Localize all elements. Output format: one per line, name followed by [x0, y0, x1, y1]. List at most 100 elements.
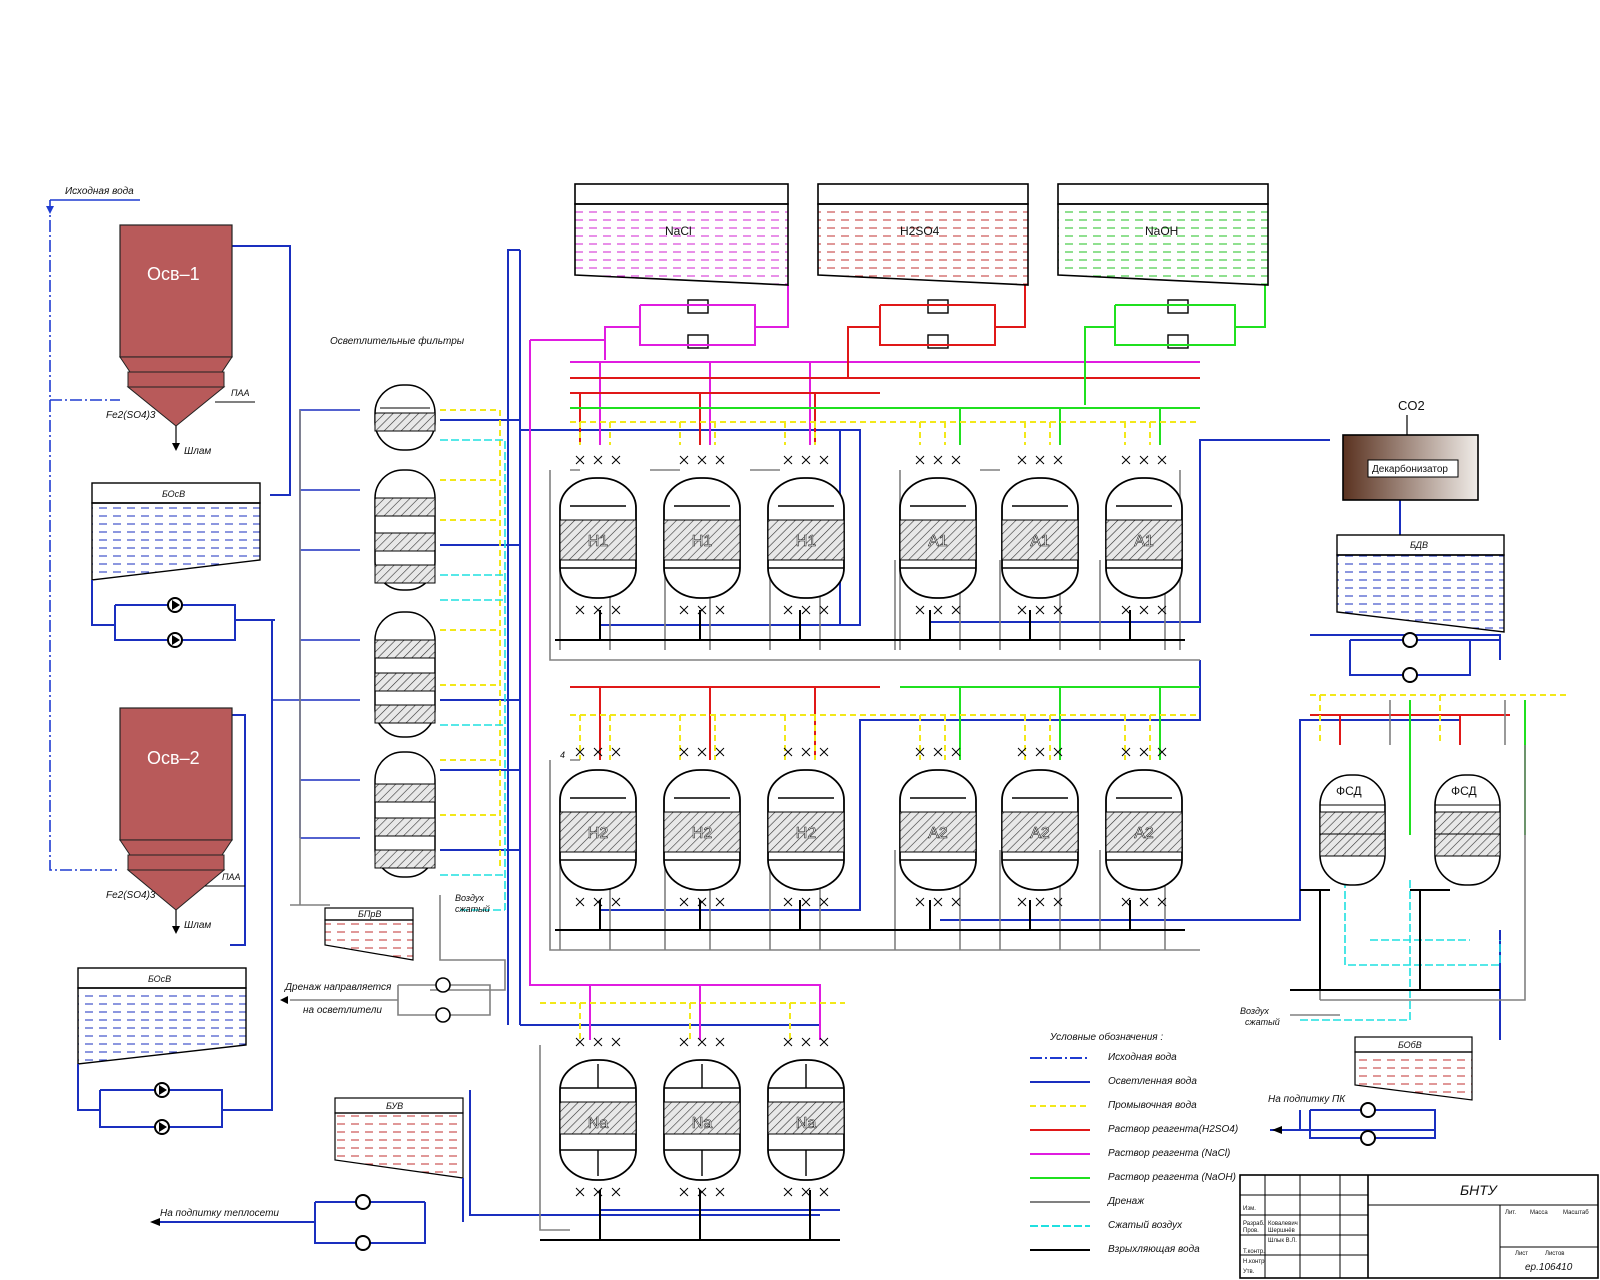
vessel-row1-6-label: A1 [1134, 533, 1154, 550]
drain-label-2: на осветлители [303, 1005, 382, 1016]
decarbonizer-label: Декарбонизатор [1372, 463, 1448, 475]
legend-label: Раствор реагента (NaOH) [1108, 1172, 1236, 1183]
legend-label: Исходная вода [1108, 1052, 1177, 1063]
drain-label-1: Дренаж направляется [284, 982, 392, 993]
tank-h2so4: H2SO4 [817, 183, 1029, 286]
legend-item: Раствор реагента (NaCl) [1030, 1148, 1230, 1159]
tb-row-0: Изм. [1243, 1206, 1256, 1212]
pump-group-1 [91, 580, 275, 648]
water-treatment-scheme: Исходная вода Осв–1 ПАА Fe2(SO4)3 Шлам О… [46, 183, 1599, 1279]
bosv-1-label: БОсВ [162, 489, 185, 499]
vessel-row2-5: A2 [1001, 747, 1079, 907]
fsd-2-label: ФСД [1451, 784, 1477, 798]
bprv-tank: БПрВ [324, 907, 414, 961]
sludge-label-1: Шлам [184, 446, 211, 457]
tb-name-2: Шлык В.Л. [1268, 1238, 1297, 1244]
tank-h2so4-label: H2SO4 [900, 224, 940, 238]
vessel-row1-1-label: H1 [588, 533, 609, 550]
vessel-row2-5-label: A2 [1030, 825, 1050, 842]
bprv-label: БПрВ [358, 909, 381, 919]
clarifying-filter-3 [374, 611, 436, 738]
vessel-row1-5: A1 [1001, 455, 1079, 615]
bobv-pumps [1309, 1102, 1436, 1146]
vessel-row1-2-label: H1 [692, 533, 713, 550]
legend-label: Промывочная вода [1108, 1100, 1197, 1111]
bosv-tank-1: БОсВ [91, 482, 261, 581]
bobv-tank: БОбВ [1354, 1036, 1473, 1101]
air-label-1a: Воздух [455, 893, 484, 903]
legend-item: Дренаж [1030, 1196, 1145, 1207]
vessel-row2-4-label: A2 [928, 825, 948, 842]
vessel-row2-1-label: H2 [588, 825, 609, 842]
vessel-row3-3: Na [767, 1037, 845, 1197]
air-label-2a: Воздух [1240, 1006, 1269, 1016]
bosv-tank-2: БОсВ [77, 967, 247, 1065]
fe-label-1: Fe2(SO4)3 [106, 410, 156, 421]
tb-name-0: Ковалевич [1268, 1221, 1298, 1227]
tb-row-2: Пров. [1243, 1228, 1259, 1234]
pump-group-2 [77, 1064, 272, 1135]
tb-small-3: Лист [1515, 1251, 1528, 1257]
legend-items: Исходная вода Осветленная вода Промывочная… [1030, 1052, 1238, 1255]
reagent-ejectors [687, 299, 1189, 349]
tb-row-5: Утв. [1243, 1269, 1255, 1275]
legend-item: Раствор реагента (NaOH) [1030, 1172, 1236, 1183]
co2-label: CO2 [1398, 398, 1425, 413]
vessel-row2-4: A2 [899, 747, 977, 907]
vessel-row2-3: H2 [767, 747, 845, 907]
tb-row-4: Н.контр. [1243, 1259, 1266, 1265]
vessel-row-3: Na Na Na [559, 1037, 845, 1197]
legend-item: Взрыхляющая вода [1030, 1244, 1200, 1255]
vessel-row3-3-label: Na [796, 1115, 817, 1132]
clarifying-filter-4 [374, 751, 436, 878]
fsd-1-label: ФСД [1336, 784, 1362, 798]
legend-title: Условные обозначения : [1049, 1031, 1163, 1043]
vessel-row1-2: H1 [663, 455, 741, 615]
vessel-row1-5-label: A1 [1030, 533, 1050, 550]
bdv-label: БДВ [1410, 540, 1428, 550]
legend-label: Сжатый воздух [1108, 1220, 1183, 1231]
legend-item: Исходная вода [1030, 1052, 1177, 1063]
legend: Условные обозначения : Исходная вода Осве… [1030, 1031, 1238, 1255]
clarifier-1-label: Осв–1 [147, 264, 200, 284]
bdv-tank: БДВ [1336, 534, 1505, 633]
vessel-row3-2-label: Na [692, 1115, 713, 1132]
fsd-filter-1: ФСД [1319, 774, 1386, 886]
title-org: БНТУ [1460, 1182, 1499, 1198]
valve-number-label: 4 [560, 750, 565, 760]
clarifier-1: Осв–1 [119, 224, 233, 427]
pk-supply-label: На подпитку ПК [1268, 1094, 1346, 1105]
paa-label-2: ПАА [222, 872, 241, 882]
vessel-row3-1: Na [559, 1037, 637, 1197]
legend-label: Раствор реагента (NaCl) [1108, 1148, 1230, 1159]
vessel-row1-3: H1 [767, 455, 845, 615]
vessel-row3-1-label: Na [588, 1115, 609, 1132]
bosv-2-label: БОсВ [148, 974, 171, 984]
vessel-row2-2: H2 [663, 747, 741, 907]
legend-label: Взрыхляющая вода [1108, 1244, 1200, 1255]
vessel-row2-1: H2 [559, 747, 637, 907]
vessel-row2-6: A2 [1105, 747, 1183, 907]
fsd-filter-2: ФСД [1434, 774, 1501, 886]
tank-naoh-label: NaOH [1145, 224, 1178, 238]
buv-label: БУВ [386, 1101, 403, 1111]
buv-tank: БУВ [334, 1097, 464, 1179]
vessel-row-1: H1 H1 H1 A1 A1 A1 [559, 455, 1183, 615]
decarbonizer: Декарбонизатор [1342, 434, 1479, 501]
clarifying-filter-1 [374, 384, 436, 451]
vessel-row1-3-label: H1 [796, 533, 817, 550]
clarifier-2-label: Осв–2 [147, 748, 200, 768]
vessel-row2-2-label: H2 [692, 825, 713, 842]
legend-item: Промывочная вода [1030, 1100, 1197, 1111]
vessel-row-2: H2 H2 H2 A2 A2 A2 [559, 747, 1183, 907]
heating-supply-label: На подпитку теплосети [160, 1208, 279, 1219]
vessel-row1-4-label: A1 [928, 533, 948, 550]
source-water-label: Исходная вода [65, 186, 134, 197]
tb-small-4: Листов [1545, 1251, 1565, 1257]
vessel-row1-1: H1 [559, 455, 637, 615]
clarifying-filter-2 [374, 469, 436, 591]
clarifier-2: Осв–2 [119, 707, 233, 911]
sludge-label-2: Шлам [184, 920, 211, 931]
air-label-1b: сжатый [455, 904, 490, 914]
legend-label: Осветленная вода [1108, 1076, 1197, 1087]
